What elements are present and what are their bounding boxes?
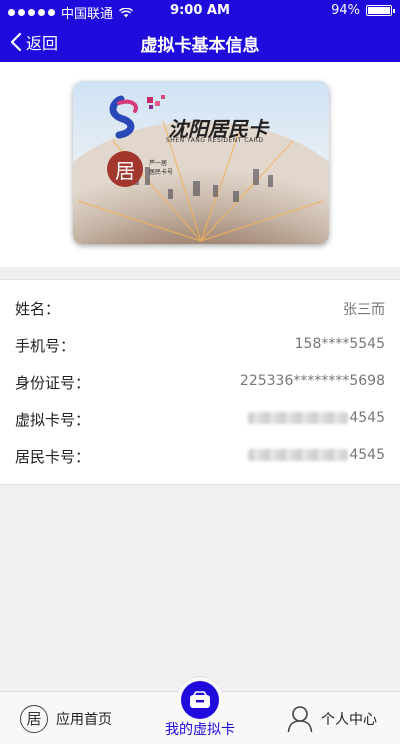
tab-home-label: 应用首页	[56, 711, 112, 728]
virtual-card-value: 4545	[248, 410, 385, 426]
tab-bar: 居 应用首页 我的虚拟卡 个人中心	[0, 676, 400, 744]
resident-seal-icon: 居	[20, 704, 48, 733]
nav-bar: 返回 虚拟卡基本信息	[0, 22, 400, 62]
info-row-virtual-card: 虚拟卡号： 4545	[0, 400, 400, 436]
card-seal-icon: 居	[107, 151, 143, 187]
name-label: 姓名：	[15, 300, 61, 318]
masked-blur	[248, 449, 349, 461]
status-bar: 中国联通 9:00 AM 94%	[0, 0, 400, 22]
tab-my-virtual-card[interactable]: 我的虚拟卡	[150, 676, 250, 744]
resident-card-value: 4545	[248, 447, 385, 463]
battery-percent: 94%	[331, 3, 360, 18]
person-icon	[287, 705, 313, 732]
top-bar: 中国联通 9:00 AM 94% 返回 虚拟卡基本信息	[0, 0, 400, 62]
info-row-phone: 手机号： 158****5545	[0, 326, 400, 362]
status-right: 94%	[331, 3, 395, 18]
chevron-left-icon	[10, 32, 22, 52]
info-row-id-number: 身份证号： 225336********5698	[0, 363, 400, 399]
back-button[interactable]: 返回	[10, 30, 58, 54]
card-area: 沈阳居民卡 SHEN YANG RESIDENT CARD 居 芦一居 居民卡号	[0, 62, 400, 267]
resident-card-image: 沈阳居民卡 SHEN YANG RESIDENT CARD 居 芦一居 居民卡号	[73, 81, 329, 244]
masked-blur	[248, 412, 349, 424]
page-title: 虚拟卡基本信息	[140, 36, 260, 56]
phone-label: 手机号：	[15, 337, 76, 355]
id-number-value: 225336********5698	[239, 373, 385, 389]
card-small-text: 芦一居 居民卡号	[149, 159, 173, 177]
tab-center-bubble	[177, 676, 223, 722]
card-small-line-2: 居民卡号	[149, 169, 174, 176]
virtual-card-tail: 4545	[349, 410, 385, 426]
name-value: 张三而	[343, 302, 385, 318]
tab-my-virtual-card-label: 我的虚拟卡	[165, 722, 235, 738]
card-small-line-1: 芦一居	[149, 160, 168, 167]
tab-profile[interactable]: 个人中心	[287, 692, 377, 744]
card-subtitle: SHEN YANG RESIDENT CARD	[166, 137, 264, 144]
phone-value: 158****5545	[294, 336, 385, 352]
tab-home[interactable]: 居 应用首页	[20, 692, 112, 744]
resident-card-tail: 4545	[349, 447, 385, 463]
tab-profile-label: 个人中心	[321, 711, 377, 728]
virtual-card-label: 虚拟卡号：	[15, 411, 91, 429]
info-list: 姓名： 张三而 手机号： 158****5545 身份证号： 225336***…	[0, 279, 400, 485]
info-row-resident-card: 居民卡号： 4545	[0, 437, 400, 473]
resident-card-label: 居民卡号：	[15, 448, 91, 466]
card-wallet-icon	[181, 680, 219, 719]
id-number-label: 身份证号：	[15, 374, 91, 392]
back-label: 返回	[26, 34, 59, 53]
info-row-name: 姓名： 张三而	[0, 289, 400, 325]
screen: 中国联通 9:00 AM 94% 返回 虚拟卡基本信息 沈阳居民卡 SHEN Y…	[0, 0, 400, 744]
battery-icon	[366, 5, 395, 16]
